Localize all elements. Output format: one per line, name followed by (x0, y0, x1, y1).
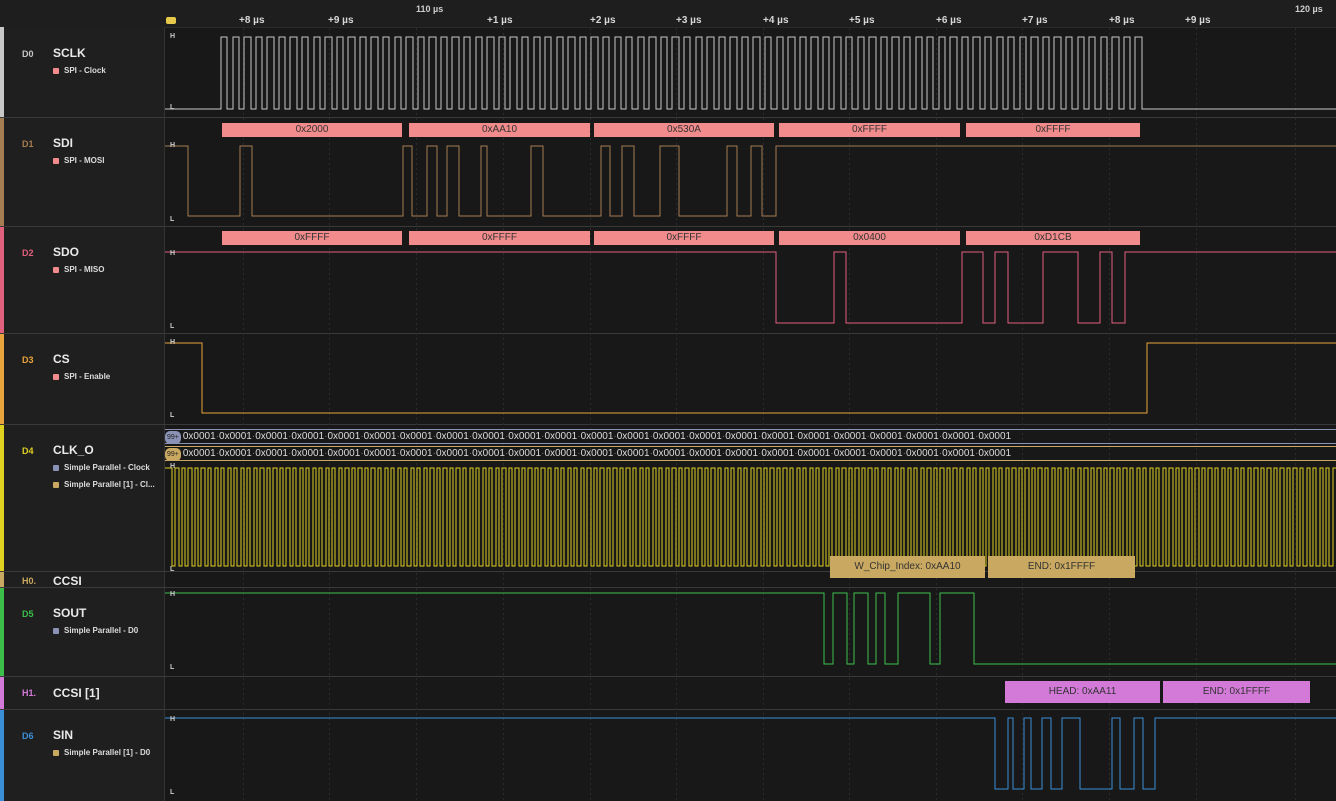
sdi-frame-box[interactable]: 0xFFFF (966, 123, 1140, 137)
parallel-value: 0x0001 (472, 448, 505, 459)
parallel-value: 0x0001 (472, 431, 505, 442)
sdi-frame-box[interactable]: 0xFFFF (779, 123, 960, 137)
parallel-value-strip[interactable]: 99+ 0x0001·0x0001·0x0001·0x0001·0x0001·0x… (165, 446, 1336, 461)
sdi-trace (165, 145, 1336, 217)
parallel-value: 0x0001 (797, 448, 831, 459)
level-low-label: L (170, 789, 175, 796)
parallel-value: 0x0001 (833, 448, 867, 459)
sin-trace (165, 717, 1336, 790)
parallel-value: 0x0001 (580, 448, 614, 459)
parallel-value: 0x0001 (182, 448, 216, 459)
parallel-value-strip[interactable]: 99+ 0x0001·0x0001·0x0001·0x0001·0x0001·0x… (165, 429, 1336, 444)
parallel-value: 0x0001 (219, 448, 252, 459)
parallel-value: 0x0001 (942, 431, 975, 442)
sdo-trace (165, 251, 1336, 324)
parallel-value: 0x0001 (399, 431, 433, 442)
level-high-label: H (170, 33, 176, 40)
parallel-count-badge: 99+ (165, 448, 181, 460)
sdo-frame-box[interactable]: 0xFFFF (409, 231, 590, 245)
parallel-value: 0x0001 (291, 431, 325, 442)
parallel-value: 0x0001 (544, 448, 578, 459)
parallel-value: 0x0001 (219, 431, 252, 442)
ccsi-frame-box[interactable]: END: 0x1FFFF (988, 556, 1135, 578)
ccsi1-frame-box[interactable]: END: 0x1FFFF (1163, 681, 1310, 703)
parallel-value: 0x0001 (363, 448, 397, 459)
sdi-frame-box[interactable]: 0xAA10 (409, 123, 590, 137)
level-low-label: L (170, 664, 175, 671)
parallel-value: 0x0001 (906, 431, 939, 442)
sclk-trace (165, 36, 1336, 110)
level-low-label: L (170, 566, 175, 573)
parallel-value: 0x0001 (652, 431, 686, 442)
parallel-value: 0x0001 (616, 431, 650, 442)
sdi-frame-box[interactable]: 0x2000 (222, 123, 402, 137)
parallel-value: 0x0001 (978, 431, 1012, 442)
parallel-value: 0x0001 (435, 448, 469, 459)
parallel-value: 0x0001 (399, 448, 433, 459)
parallel-value: 0x0001 (689, 431, 722, 442)
parallel-value: 0x0001 (761, 431, 795, 442)
level-low-label: L (170, 104, 175, 111)
parallel-value: 0x0001 (652, 448, 686, 459)
parallel-value: 0x0001 (291, 448, 325, 459)
parallel-value: 0x0001 (327, 448, 361, 459)
parallel-value: 0x0001 (869, 431, 903, 442)
clko-trace (165, 467, 1336, 567)
sdo-frame-box[interactable]: 0xFFFF (222, 231, 402, 245)
level-low-label: L (170, 323, 175, 330)
parallel-value: 0x0001 (942, 448, 975, 459)
level-high-label: H (170, 591, 176, 598)
parallel-value: 0x0001 (761, 448, 795, 459)
cs-trace (165, 342, 1336, 414)
parallel-value: 0x0001 (255, 448, 288, 459)
parallel-value: 0x0001 (508, 431, 542, 442)
ccsi-frame-box[interactable]: W_Chip_Index: 0xAA10 (830, 556, 985, 578)
level-low-label: L (170, 412, 175, 419)
level-high-label: H (170, 339, 176, 346)
sdo-frame-box[interactable]: 0x0400 (779, 231, 960, 245)
parallel-value: 0x0001 (508, 448, 542, 459)
parallel-value: 0x0001 (833, 431, 867, 442)
level-high-label: H (170, 463, 176, 470)
parallel-value: 0x0001 (580, 431, 614, 442)
parallel-count-badge: 99+ (165, 431, 181, 443)
parallel-value: 0x0001 (978, 448, 1012, 459)
parallel-value: 0x0001 (435, 431, 469, 442)
level-high-label: H (170, 142, 176, 149)
level-high-label: H (170, 716, 176, 723)
parallel-value: 0x0001 (616, 448, 650, 459)
parallel-value: 0x0001 (689, 448, 722, 459)
sdo-frame-box[interactable]: 0xFFFF (594, 231, 774, 245)
level-high-label: H (170, 250, 176, 257)
sdo-frame-box[interactable]: 0xD1CB (966, 231, 1140, 245)
parallel-value: 0x0001 (725, 448, 759, 459)
parallel-value: 0x0001 (544, 431, 578, 442)
ccsi1-frame-box[interactable]: HEAD: 0xAA11 (1005, 681, 1160, 703)
parallel-value: 0x0001 (869, 448, 903, 459)
parallel-value: 0x0001 (327, 431, 361, 442)
parallel-value: 0x0001 (906, 448, 939, 459)
sout-trace (165, 592, 1336, 665)
sdi-frame-box[interactable]: 0x530A (594, 123, 774, 137)
parallel-value: 0x0001 (255, 431, 288, 442)
parallel-value: 0x0001 (363, 431, 397, 442)
parallel-value: 0x0001 (725, 431, 759, 442)
parallel-value: 0x0001 (797, 431, 831, 442)
level-low-label: L (170, 216, 175, 223)
parallel-value: 0x0001 (182, 431, 216, 442)
